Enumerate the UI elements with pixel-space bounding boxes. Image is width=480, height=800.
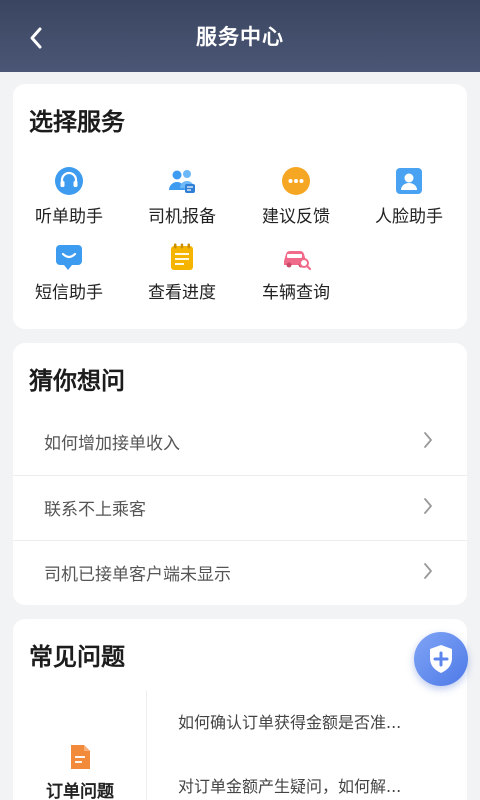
guess-question-row[interactable]: 司机已接单客户端未显示 xyxy=(13,540,467,606)
faq-category-order[interactable]: 订单问题 xyxy=(13,691,147,800)
drivers-group-icon xyxy=(169,170,195,193)
safety-shield-button[interactable] xyxy=(414,632,468,686)
service-feedback[interactable]: 建议反馈 xyxy=(246,166,346,227)
service-label: 短信助手 xyxy=(35,283,103,303)
service-face-assistant[interactable]: 人脸助手 xyxy=(359,166,459,227)
face-id-icon xyxy=(396,168,422,194)
service-label: 建议反馈 xyxy=(262,207,330,227)
headset-icon xyxy=(55,167,83,195)
chevron-right-icon xyxy=(424,498,432,514)
question-text: 如何增加接单收入 xyxy=(44,434,180,454)
service-label: 司机报备 xyxy=(148,207,216,227)
service-driver-report[interactable]: 司机报备 xyxy=(132,166,232,227)
sms-icon xyxy=(56,245,82,270)
guess-card: 猜你想问 如何增加接单收入 联系不上乘客 司机已接单客户端未显示 xyxy=(13,343,467,605)
question-text: 联系不上乘客 xyxy=(44,500,146,520)
back-arrow-icon xyxy=(30,27,42,49)
faq-section-title: 常见问题 xyxy=(29,643,125,671)
faq-category-label: 订单问题 xyxy=(46,782,114,800)
service-vehicle-query[interactable]: 车辆查询 xyxy=(246,242,346,303)
faq-item[interactable]: 对订单金额产生疑问，如何解... xyxy=(178,773,478,797)
service-label: 人脸助手 xyxy=(375,207,443,227)
faq-item[interactable]: 如何确认订单获得金额是否准... xyxy=(178,709,478,733)
service-sms-assistant[interactable]: 短信助手 xyxy=(19,242,119,303)
car-search-icon xyxy=(284,251,311,271)
back-button[interactable] xyxy=(22,24,50,52)
shield-plus-icon xyxy=(430,645,452,673)
service-card: 选择服务 听单助手 司机报备 建议反馈 人脸助手 短信助手 查看进度 车辆查询 xyxy=(13,84,467,329)
service-label: 听单助手 xyxy=(35,207,103,227)
question-text: 司机已接单客户端未显示 xyxy=(44,565,231,585)
progress-notepad-icon xyxy=(171,243,193,270)
guess-question-row[interactable]: 联系不上乘客 xyxy=(13,475,467,541)
service-listen-assistant[interactable]: 听单助手 xyxy=(19,166,119,227)
order-document-icon xyxy=(71,745,90,769)
service-view-progress[interactable]: 查看进度 xyxy=(132,242,232,303)
chevron-right-icon xyxy=(424,432,432,448)
top-bar: 服务中心 xyxy=(0,0,480,72)
feedback-chat-icon xyxy=(282,167,310,195)
guess-section-title: 猜你想问 xyxy=(29,367,125,395)
page-title: 服务中心 xyxy=(196,25,284,49)
guess-question-row[interactable]: 如何增加接单收入 xyxy=(13,409,467,475)
faq-card: 常见问题 订单问题 如何确认订单获得金额是否准... 对订单金额产生疑问，如何解… xyxy=(13,619,467,800)
service-label: 车辆查询 xyxy=(262,283,330,303)
service-section-title: 选择服务 xyxy=(29,108,125,136)
service-label: 查看进度 xyxy=(148,283,216,303)
chevron-right-icon xyxy=(424,563,432,579)
